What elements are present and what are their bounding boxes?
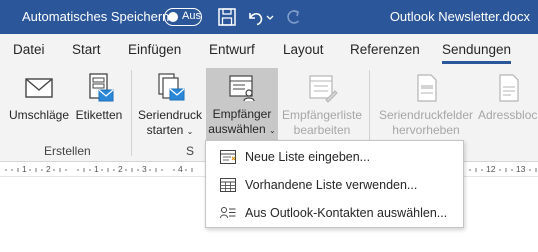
ruler-mark: 4	[178, 164, 183, 174]
start-mail-merge-label-1: Seriendruck	[137, 108, 203, 122]
select-recipients-label-2: auswählen ⌄	[206, 122, 278, 138]
envelope-icon	[23, 72, 55, 104]
ruler-mark: 1	[22, 164, 27, 174]
tab-sendungen-label: Sendungen	[442, 42, 512, 57]
ruler-mark: 2	[46, 164, 51, 174]
ribbon-tabs: Datei Start Einfügen Entwurf Layout Refe…	[0, 34, 538, 64]
start-mail-merge-button[interactable]: Seriendruck starten ⌄	[137, 70, 203, 140]
menu-item-outlook-contacts[interactable]: Aus Outlook-Kontakten auswählen...	[206, 199, 463, 227]
start-mail-merge-label-2: starten ⌄	[137, 123, 203, 139]
group-separator	[131, 70, 132, 156]
undo-icon[interactable]	[244, 6, 266, 28]
undo-dropdown-icon[interactable]	[264, 6, 276, 28]
mail-merge-icon	[154, 72, 186, 104]
tab-entwurf[interactable]: Entwurf	[209, 42, 255, 57]
title-bar: Automatisches Speichern Aus Outlook News…	[0, 0, 538, 34]
select-recipients-label-1: Empfänger	[212, 107, 272, 121]
tab-einfuegen[interactable]: Einfügen	[128, 42, 181, 57]
highlight-fields-icon	[410, 72, 442, 104]
address-block-button: Adressblock	[478, 70, 538, 140]
tab-start[interactable]: Start	[72, 42, 101, 57]
highlight-merge-fields-label-1: Seriendruckfelder	[378, 108, 474, 122]
menu-item-label: Neue Liste eingeben...	[245, 150, 371, 164]
select-recipients-menu: Neue Liste eingeben... Vorhandene Liste …	[205, 140, 464, 228]
address-block-icon	[494, 72, 526, 104]
highlight-merge-fields-button: Seriendruckfelder hervorheben	[374, 70, 478, 140]
highlight-merge-fields-label-2: hervorheben	[392, 123, 460, 137]
outlook-contacts-icon	[220, 206, 236, 220]
group-label-start-mail-merge: S	[186, 144, 195, 158]
select-recipients-label-2-text: auswählen	[208, 122, 266, 136]
select-recipients-button[interactable]: Empfänger auswählen ⌄	[206, 68, 278, 142]
edit-list-icon	[306, 72, 338, 104]
chevron-down-icon: ⌄	[186, 127, 194, 136]
ruler-mark: 2	[118, 164, 123, 174]
chevron-down-icon: ⌄	[269, 126, 276, 135]
tab-referenzen[interactable]: Referenzen	[350, 42, 420, 57]
select-recipients-icon	[226, 72, 258, 104]
save-icon[interactable]	[216, 6, 238, 28]
menu-item-label: Vorhandene Liste verwenden...	[245, 178, 418, 192]
start-mail-merge-label-2-text: starten	[146, 123, 184, 137]
tab-datei[interactable]: Datei	[13, 42, 45, 57]
group-label-erstellen: Erstellen	[44, 144, 91, 158]
ruler-mark: 13	[516, 164, 526, 174]
redo-icon	[282, 6, 304, 28]
autosave-label: Automatisches Speichern	[22, 9, 170, 24]
tab-sendungen[interactable]: Sendungen	[442, 42, 512, 64]
address-block-label: Adressblock	[478, 108, 538, 122]
new-list-icon	[220, 150, 236, 164]
autosave-toggle[interactable]: Aus	[164, 8, 202, 26]
toggle-knob	[168, 11, 178, 22]
document-title: Outlook Newsletter.docx	[389, 9, 530, 24]
envelopes-button[interactable]: Umschläge	[6, 70, 72, 140]
ruler-mark: 3	[142, 164, 147, 174]
ruler-mark: 1	[94, 164, 99, 174]
tab-layout[interactable]: Layout	[283, 42, 324, 57]
labels-icon	[83, 72, 115, 104]
menu-item-new-list[interactable]: Neue Liste eingeben...	[206, 143, 463, 171]
edit-recipient-list-label-2: bearbeiten	[293, 123, 351, 137]
edit-recipient-list-label-1: Empfängerliste	[281, 108, 363, 122]
existing-list-icon	[220, 178, 236, 192]
menu-item-existing-list[interactable]: Vorhandene Liste verwenden...	[206, 171, 463, 199]
edit-recipient-list-button: Empfängerliste bearbeiten	[280, 70, 364, 140]
menu-item-label: Aus Outlook-Kontakten auswählen...	[245, 206, 448, 220]
autosave-state: Aus	[182, 10, 201, 22]
envelopes-label: Umschläge	[8, 108, 70, 122]
ruler-mark: 12	[486, 164, 496, 174]
labels-button[interactable]: Etiketten	[72, 70, 126, 140]
labels-label: Etiketten	[75, 108, 123, 122]
